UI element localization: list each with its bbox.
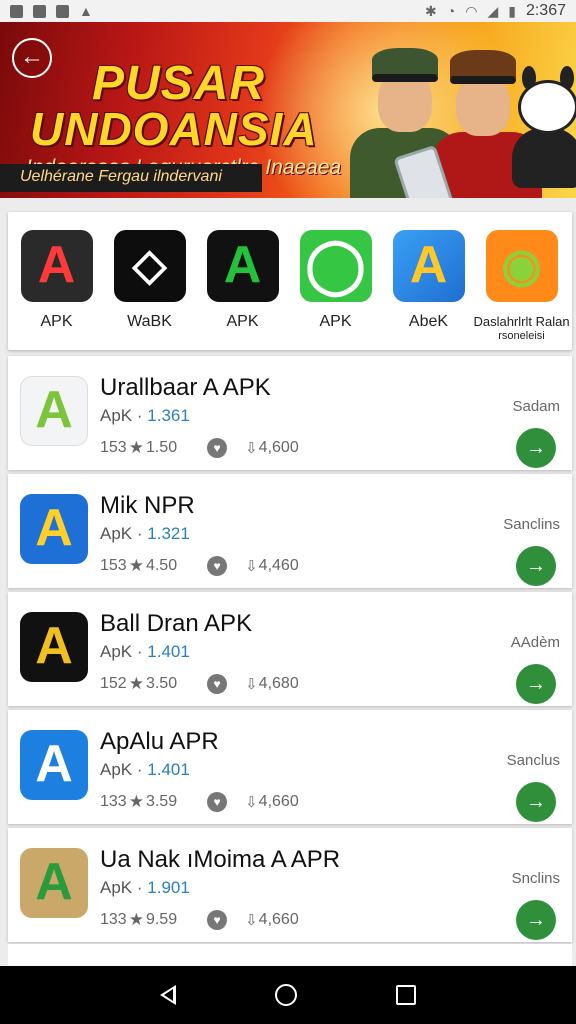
app-icon: A bbox=[20, 494, 88, 564]
star-icon: ★ bbox=[128, 910, 144, 929]
hero-banner: ← PUSAR UNDOANSIA Indooresas Laguruarctl… bbox=[0, 22, 576, 198]
app-icon: A bbox=[20, 730, 88, 800]
app-meta: 153 ★ 4.50 ♥ ⇩ 4,460 bbox=[100, 556, 299, 576]
wifi-icon: ◠ bbox=[465, 2, 478, 19]
app-status: Snclins bbox=[511, 870, 560, 887]
star-icon: ★ bbox=[128, 792, 144, 811]
category-sublabel: rsoneleisi bbox=[498, 330, 545, 342]
download-count-icon: ⇩ bbox=[245, 794, 258, 811]
app-status: Sanclins bbox=[503, 516, 560, 533]
app-list-item[interactable]: A Urallbaar A APK ApK · 1.361 153 ★ 1.50 ♥… bbox=[8, 356, 572, 470]
category-row: A APK ◇ WaBK A APK ◯ APK A AbeK ◉ Daslah… bbox=[8, 212, 572, 350]
download-button[interactable]: → bbox=[516, 664, 556, 704]
like-icon: ♥ bbox=[207, 792, 228, 812]
system-nav-bar bbox=[0, 966, 576, 1024]
clock: 2:367 bbox=[525, 2, 566, 19]
app-name: Urallbaar A APK bbox=[100, 374, 271, 401]
app-status: Sadam bbox=[512, 398, 560, 415]
app-icon: A bbox=[20, 848, 88, 918]
like-icon: ♥ bbox=[207, 556, 228, 576]
category-item[interactable]: ◉ Daslahrlrlt Ralan rsoneleisi bbox=[473, 230, 570, 350]
signal-icon: ◢ bbox=[487, 2, 499, 19]
app-name: ApAlu APR bbox=[100, 728, 219, 755]
category-label: APK bbox=[319, 313, 352, 330]
nav-recents-icon[interactable] bbox=[396, 985, 417, 1005]
star-icon: ★ bbox=[128, 438, 144, 457]
app-meta: 133 ★ 9.59 ♥ ⇩ 4,660 bbox=[100, 910, 299, 930]
mail-notification-icon bbox=[33, 4, 46, 18]
category-item[interactable]: A APK bbox=[20, 230, 93, 350]
category-item[interactable]: A AbeK bbox=[392, 230, 465, 350]
download-arrow-icon: → bbox=[526, 673, 546, 695]
arrow-left-icon: ← bbox=[20, 43, 44, 70]
download-button[interactable]: → bbox=[516, 900, 556, 940]
wabk-icon: ◇ bbox=[113, 230, 186, 302]
category-label: WaBK bbox=[127, 313, 172, 330]
category-item[interactable]: ◇ WaBK bbox=[113, 230, 186, 350]
download-count-icon: ⇩ bbox=[245, 676, 258, 693]
notification-icons: ▲ bbox=[10, 3, 93, 19]
app-name: Ua Nak ıMoima A APR bbox=[100, 846, 341, 873]
battery-icon: ▮ bbox=[508, 2, 516, 19]
app-meta: 152 ★ 3.50 ♥ ⇩ 4,680 bbox=[100, 674, 299, 694]
download-arrow-icon: → bbox=[526, 909, 546, 931]
abek-icon: A bbox=[392, 230, 465, 302]
app-status: AAdèm bbox=[510, 634, 560, 651]
app-list-item[interactable]: A Mik NPR ApK · 1.321 153 ★ 4.50 ♥ ⇩ 4,460 … bbox=[8, 474, 572, 588]
download-button[interactable]: → bbox=[516, 546, 556, 586]
app-status: Sanclus bbox=[506, 752, 560, 769]
like-icon: ♥ bbox=[207, 438, 228, 458]
banner-title-line2: UNDOANSIA bbox=[30, 103, 318, 155]
star-icon: ★ bbox=[128, 556, 144, 575]
app-icon: A bbox=[20, 612, 88, 682]
system-icons: ✱ ◔ ◠ ◢ ▮ 2:367 bbox=[425, 2, 566, 20]
app-version: ApK · 1.361 bbox=[100, 406, 190, 425]
category-label: APK bbox=[226, 313, 259, 330]
app-version: ApK · 1.401 bbox=[100, 760, 190, 779]
app-list-item[interactable]: A Ball Dran APK ApK · 1.401 152 ★ 3.50 ♥ ⇩… bbox=[8, 592, 572, 706]
category-item[interactable]: ◯ APK bbox=[299, 230, 372, 350]
app-name: Ball Dran APK bbox=[100, 610, 253, 637]
category-label: AbeK bbox=[408, 313, 449, 330]
star-icon: ★ bbox=[128, 674, 144, 693]
download-button[interactable]: → bbox=[516, 428, 556, 468]
status-bar: ▲ ✱ ◔ ◠ ◢ ▮ 2:367 bbox=[0, 0, 576, 22]
app-icon: A bbox=[20, 376, 88, 446]
bluetooth-icon: ✱ bbox=[425, 2, 437, 19]
drive-notification-icon: ▲ bbox=[79, 3, 93, 19]
download-count-icon: ⇩ bbox=[245, 912, 258, 929]
download-count-icon: ⇩ bbox=[245, 558, 258, 575]
app-version: ApK · 1.901 bbox=[100, 878, 190, 897]
like-icon: ♥ bbox=[207, 674, 228, 694]
download-arrow-icon: → bbox=[526, 437, 546, 459]
apk-red-icon: A bbox=[20, 230, 93, 302]
download-button[interactable]: → bbox=[516, 782, 556, 822]
back-button[interactable]: ← bbox=[12, 38, 52, 78]
whatsapp-style-icon: ◯ bbox=[299, 230, 372, 302]
like-icon: ♥ bbox=[207, 910, 228, 930]
download-arrow-icon: → bbox=[526, 791, 546, 813]
nav-back-icon[interactable] bbox=[159, 985, 176, 1005]
category-item[interactable]: A APK bbox=[206, 230, 279, 350]
download-count-icon: ⇩ bbox=[245, 440, 258, 457]
category-label: APK bbox=[40, 313, 73, 330]
app-list-item[interactable]: A Ua Nak ıMoima A APR ApK · 1.901 133 ★ 9.… bbox=[8, 828, 572, 942]
app-version: ApK · 1.401 bbox=[100, 642, 190, 661]
panda-mascot bbox=[512, 66, 576, 188]
banner-tagline: Uelhérane Fergau ilndervani bbox=[0, 164, 262, 192]
app-name: Mik NPR bbox=[100, 492, 195, 519]
app-list-item[interactable]: A ApAlu APR ApK · 1.401 133 ★ 3.59 ♥ ⇩ 4,66… bbox=[8, 710, 572, 824]
app-version: ApK · 1.321 bbox=[100, 524, 190, 543]
category-label: Daslahrlrlt Ralan bbox=[473, 314, 570, 329]
nav-home-icon[interactable] bbox=[274, 984, 297, 1006]
android-icon: ◉ bbox=[485, 230, 558, 302]
download-arrow-icon: → bbox=[526, 555, 546, 577]
gallery-notification-icon bbox=[56, 4, 69, 18]
apk-green-icon: A bbox=[206, 230, 279, 302]
alarm-icon: ◔ bbox=[446, 3, 456, 19]
image-notification-icon bbox=[10, 4, 23, 18]
app-meta: 153 ★ 1.50 ♥ ⇩ 4,600 bbox=[100, 438, 299, 458]
app-list-item-partial[interactable] bbox=[8, 944, 572, 966]
app-meta: 133 ★ 3.59 ♥ ⇩ 4,660 bbox=[100, 792, 299, 812]
